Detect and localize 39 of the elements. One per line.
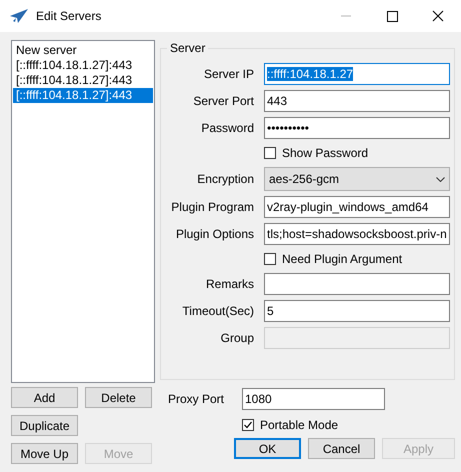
- dialog-button[interactable]: OK: [234, 438, 301, 459]
- field-label: Server IP: [202, 67, 254, 81]
- dialog-button[interactable]: Move Up: [11, 443, 78, 464]
- field-label: Server Port: [192, 94, 254, 108]
- checkbox[interactable]: [264, 147, 276, 159]
- checkbox-label: Portable Mode: [260, 418, 338, 432]
- input-field[interactable]: 443: [264, 90, 450, 112]
- checkbox-label: Need Plugin Argument: [282, 252, 402, 266]
- dialog-button[interactable]: Add: [11, 387, 78, 408]
- field-label: Plugin Program: [170, 200, 254, 214]
- encryption-dropdown[interactable]: aes-256-gcm: [264, 167, 450, 191]
- input-field[interactable]: tls;host=shadowsocksboost.priv-n: [264, 223, 450, 245]
- field-label: Password: [200, 121, 254, 135]
- field-label: Encryption: [196, 172, 254, 186]
- input-field[interactable]: [264, 273, 450, 295]
- checkbox[interactable]: [264, 253, 276, 265]
- field-label: Timeout(Sec): [181, 304, 254, 318]
- input-field[interactable]: ::ffff:104.18.1.27: [264, 63, 450, 85]
- server-list-item[interactable]: New server: [13, 43, 153, 58]
- password-field[interactable]: ••••••••••: [264, 117, 450, 139]
- field-label: Plugin Options: [174, 227, 254, 241]
- field-label: Group: [220, 331, 254, 345]
- input-field[interactable]: 5: [264, 300, 450, 322]
- dialog-button[interactable]: Delete: [85, 387, 152, 408]
- input-field[interactable]: 1080: [242, 388, 385, 410]
- group-title: Server: [167, 41, 208, 55]
- checkbox[interactable]: [242, 419, 254, 431]
- chevron-icon: [436, 176, 445, 182]
- server-list-item[interactable]: [::ffff:104.18.1.27]:443: [13, 73, 153, 88]
- server-list-item[interactable]: [::ffff:104.18.1.27]:443: [13, 88, 153, 103]
- field-label: Proxy Port: [168, 392, 226, 406]
- checkbox-label: Show Password: [282, 146, 368, 160]
- server-list-item[interactable]: [::ffff:104.18.1.27]:443: [13, 58, 153, 73]
- dialog-button[interactable]: Cancel: [308, 438, 375, 459]
- input-field[interactable]: v2ray-plugin_windows_amd64: [264, 196, 450, 218]
- window-title: Edit Servers: [36, 9, 102, 23]
- paper-plane-icon: [10, 9, 28, 23]
- dialog-button[interactable]: Duplicate: [11, 415, 78, 436]
- field-label: Remarks: [204, 277, 254, 291]
